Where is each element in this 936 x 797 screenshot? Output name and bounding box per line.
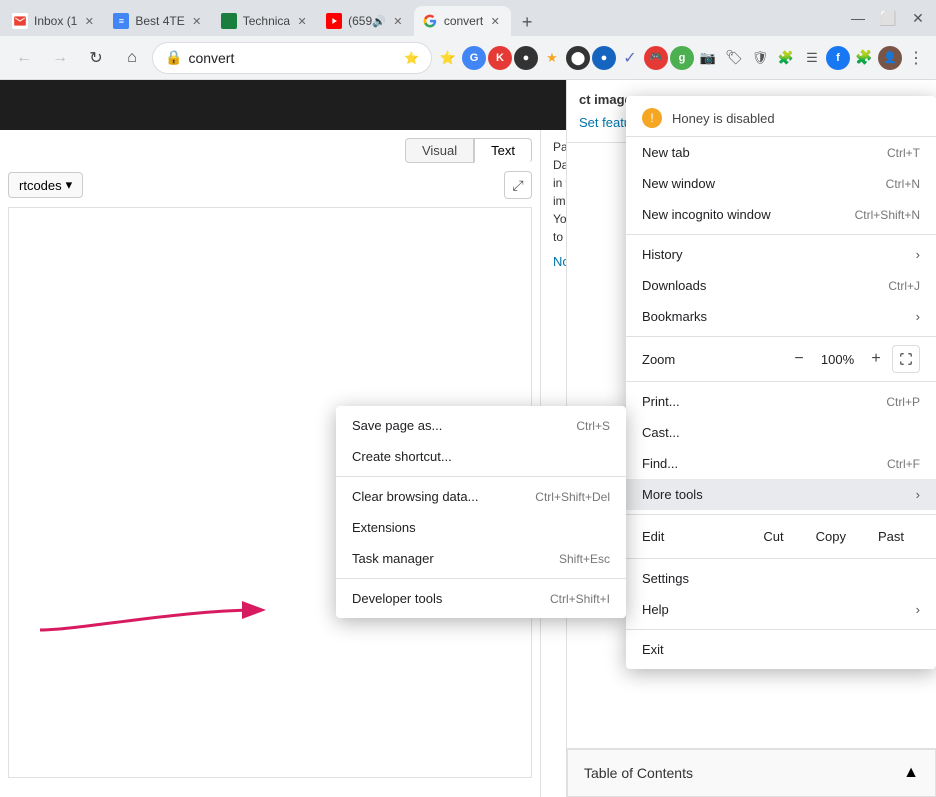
clear-browsing-label: Clear browsing data...	[352, 489, 515, 504]
menu-item-exit[interactable]: Exit	[626, 634, 936, 665]
edit-label: Edit	[642, 529, 747, 544]
find-label: Find...	[642, 456, 867, 471]
divider-3	[626, 381, 936, 382]
downloads-label: Downloads	[642, 278, 868, 293]
menu-item-new-incognito[interactable]: New incognito window Ctrl+Shift+N	[626, 199, 936, 230]
zoom-value: 100%	[815, 352, 860, 367]
zoom-minus[interactable]: −	[783, 345, 815, 373]
honey-icon: !	[642, 108, 662, 128]
sub-menu-clear-browsing[interactable]: Clear browsing data... Ctrl+Shift+Del	[336, 481, 626, 512]
task-manager-shortcut: Shift+Esc	[559, 552, 610, 566]
context-menu-overlay: ! Honey is disabled New tab Ctrl+T New w…	[0, 0, 936, 797]
create-shortcut-label: Create shortcut...	[352, 449, 610, 464]
divider-4	[626, 514, 936, 515]
downloads-shortcut: Ctrl+J	[888, 279, 920, 293]
edit-row: Edit Cut Copy Past	[626, 519, 936, 554]
menu-item-new-window[interactable]: New window Ctrl+N	[626, 168, 936, 199]
sub-menu-save-page[interactable]: Save page as... Ctrl+S	[336, 410, 626, 441]
zoom-control: Zoom − 100% +	[626, 341, 936, 377]
clear-browsing-shortcut: Ctrl+Shift+Del	[535, 490, 610, 504]
history-label: History	[642, 247, 896, 262]
menu-item-downloads[interactable]: Downloads Ctrl+J	[626, 270, 936, 301]
save-page-label: Save page as...	[352, 418, 556, 433]
paste-button[interactable]: Past	[862, 523, 920, 550]
save-page-shortcut: Ctrl+S	[576, 419, 610, 433]
menu-item-help[interactable]: Help ›	[626, 594, 936, 625]
sub-menu: Save page as... Ctrl+S Create shortcut..…	[336, 406, 626, 618]
copy-button[interactable]: Copy	[800, 523, 862, 550]
help-label: Help	[642, 602, 916, 617]
browser-window: Inbox (1 ✕ ≡ Best 4TE ✕ Technica ✕ (659 …	[0, 0, 936, 797]
menu-item-more-tools[interactable]: More tools ›	[626, 479, 936, 510]
cast-label: Cast...	[642, 425, 900, 440]
new-window-label: New window	[642, 176, 866, 191]
new-incognito-shortcut: Ctrl+Shift+N	[855, 208, 920, 222]
more-tools-label: More tools	[642, 487, 916, 502]
chrome-main-menu: ! Honey is disabled New tab Ctrl+T New w…	[626, 96, 936, 669]
menu-item-bookmarks[interactable]: Bookmarks ›	[626, 301, 936, 332]
settings-label: Settings	[642, 571, 920, 586]
zoom-plus[interactable]: +	[860, 345, 892, 373]
bookmarks-arrow: ›	[916, 309, 920, 324]
new-window-shortcut: Ctrl+N	[886, 177, 920, 191]
print-shortcut: Ctrl+P	[886, 395, 920, 409]
bookmarks-label: Bookmarks	[642, 309, 896, 324]
print-label: Print...	[642, 394, 866, 409]
help-arrow: ›	[916, 602, 920, 617]
menu-item-cast[interactable]: Cast...	[626, 417, 936, 448]
sub-divider-1	[336, 476, 626, 477]
new-tab-shortcut: Ctrl+T	[887, 146, 920, 160]
sub-divider-2	[336, 578, 626, 579]
menu-item-settings[interactable]: Settings	[626, 563, 936, 594]
new-tab-label: New tab	[642, 145, 867, 160]
more-tools-arrow: ›	[916, 487, 920, 502]
zoom-expand-button[interactable]	[892, 345, 920, 373]
find-shortcut: Ctrl+F	[887, 457, 920, 471]
divider-1	[626, 234, 936, 235]
menu-item-print[interactable]: Print... Ctrl+P	[626, 386, 936, 417]
extensions-label: Extensions	[352, 520, 610, 535]
developer-tools-shortcut: Ctrl+Shift+I	[550, 592, 610, 606]
menu-item-find[interactable]: Find... Ctrl+F	[626, 448, 936, 479]
sub-menu-developer-tools[interactable]: Developer tools Ctrl+Shift+I	[336, 583, 626, 614]
divider-6	[626, 629, 936, 630]
history-arrow: ›	[916, 247, 920, 262]
honey-message: Honey is disabled	[672, 111, 775, 126]
new-incognito-label: New incognito window	[642, 207, 835, 222]
developer-tools-label: Developer tools	[352, 591, 530, 606]
menu-item-history[interactable]: History ›	[626, 239, 936, 270]
cut-button[interactable]: Cut	[747, 523, 799, 550]
divider-2	[626, 336, 936, 337]
sub-menu-task-manager[interactable]: Task manager Shift+Esc	[336, 543, 626, 574]
sub-menu-create-shortcut[interactable]: Create shortcut...	[336, 441, 626, 472]
zoom-label: Zoom	[642, 352, 783, 367]
sub-menu-extensions[interactable]: Extensions	[336, 512, 626, 543]
divider-5	[626, 558, 936, 559]
exit-label: Exit	[642, 642, 920, 657]
menu-item-new-tab[interactable]: New tab Ctrl+T	[626, 137, 936, 168]
honey-bar: ! Honey is disabled	[626, 100, 936, 137]
task-manager-label: Task manager	[352, 551, 539, 566]
